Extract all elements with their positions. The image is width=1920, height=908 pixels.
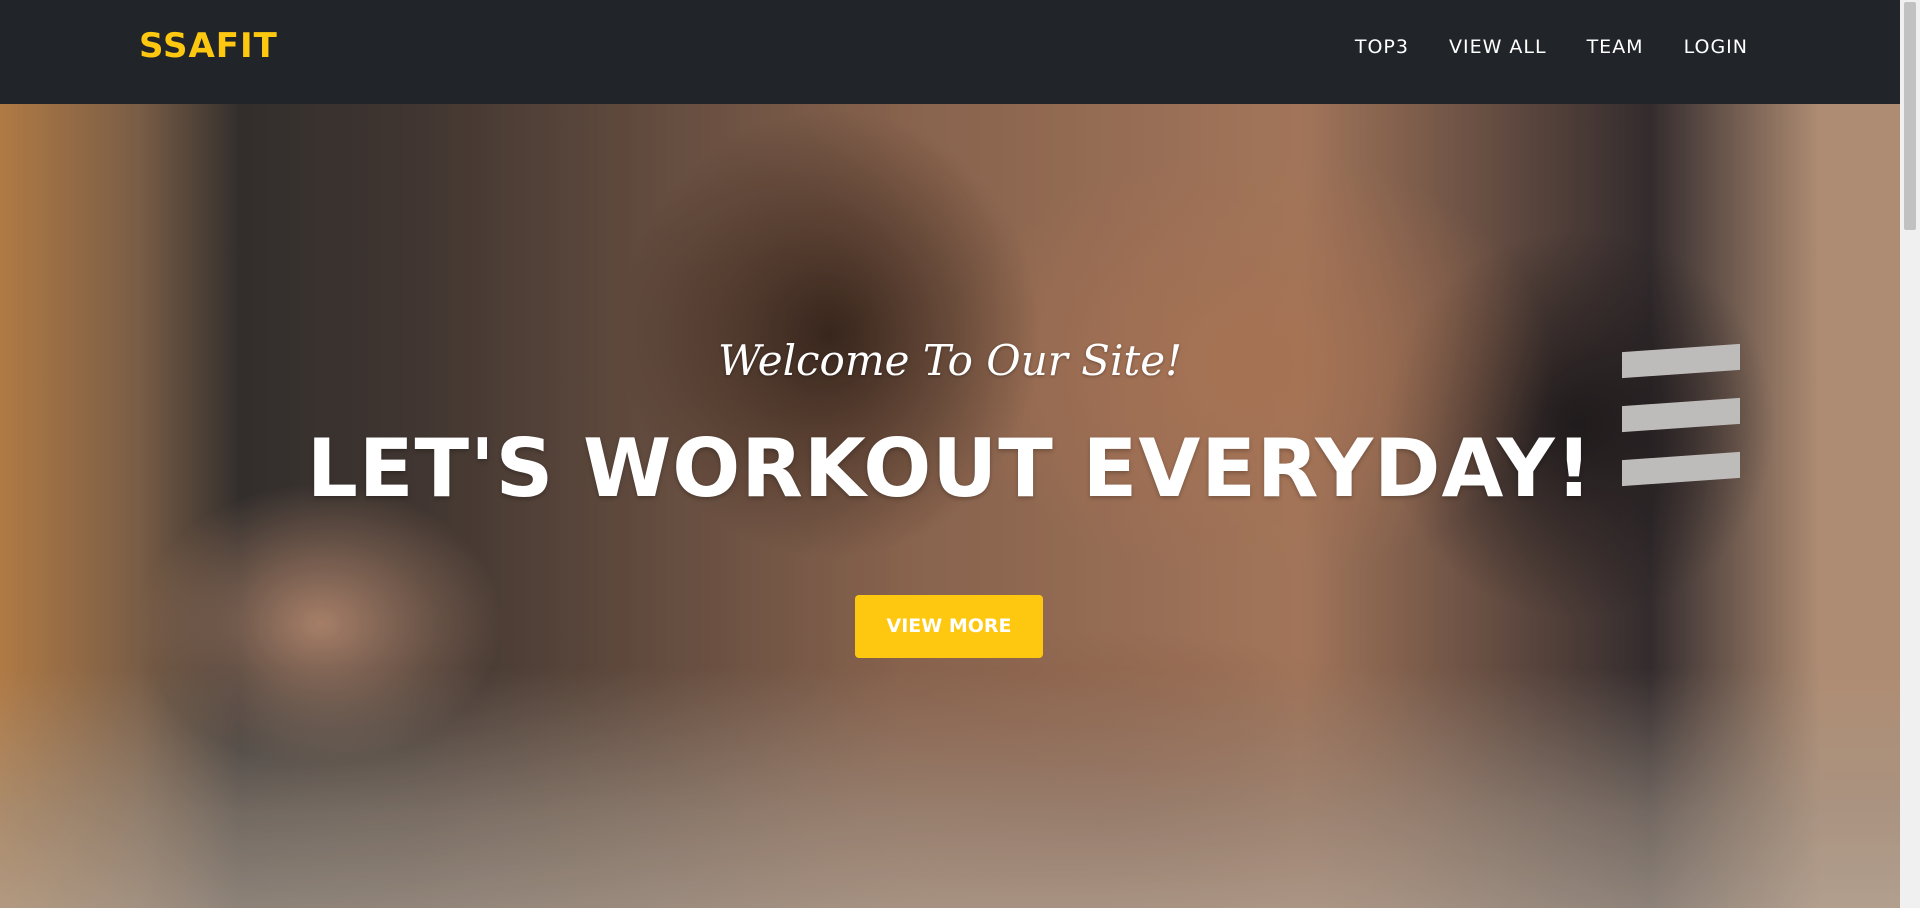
view-more-button[interactable]: VIEW MORE	[855, 595, 1043, 658]
nav-link-top3[interactable]: TOP3	[1355, 36, 1409, 58]
scrollbar-thumb[interactable]	[1904, 2, 1916, 230]
navbar: SSAFIT TOP3 VIEW ALL TEAM LOGIN	[0, 0, 1900, 104]
nav-links: TOP3 VIEW ALL TEAM LOGIN	[1355, 36, 1748, 58]
brand-logo[interactable]: SSAFIT	[139, 26, 278, 66]
hero-subheading: Welcome To Our Site!	[718, 336, 1182, 385]
nav-link-login[interactable]: LOGIN	[1684, 36, 1748, 58]
hero-section: Welcome To Our Site! LET'S WORKOUT EVERY…	[0, 104, 1900, 908]
page-scrollbar[interactable]	[1900, 0, 1920, 908]
hero-heading: LET'S WORKOUT EVERYDAY!	[306, 422, 1594, 515]
nav-link-view-all[interactable]: VIEW ALL	[1449, 36, 1547, 58]
nav-link-team[interactable]: TEAM	[1587, 36, 1644, 58]
page: SSAFIT TOP3 VIEW ALL TEAM LOGIN Welcome …	[0, 0, 1920, 908]
hero-content: Welcome To Our Site! LET'S WORKOUT EVERY…	[0, 104, 1900, 908]
